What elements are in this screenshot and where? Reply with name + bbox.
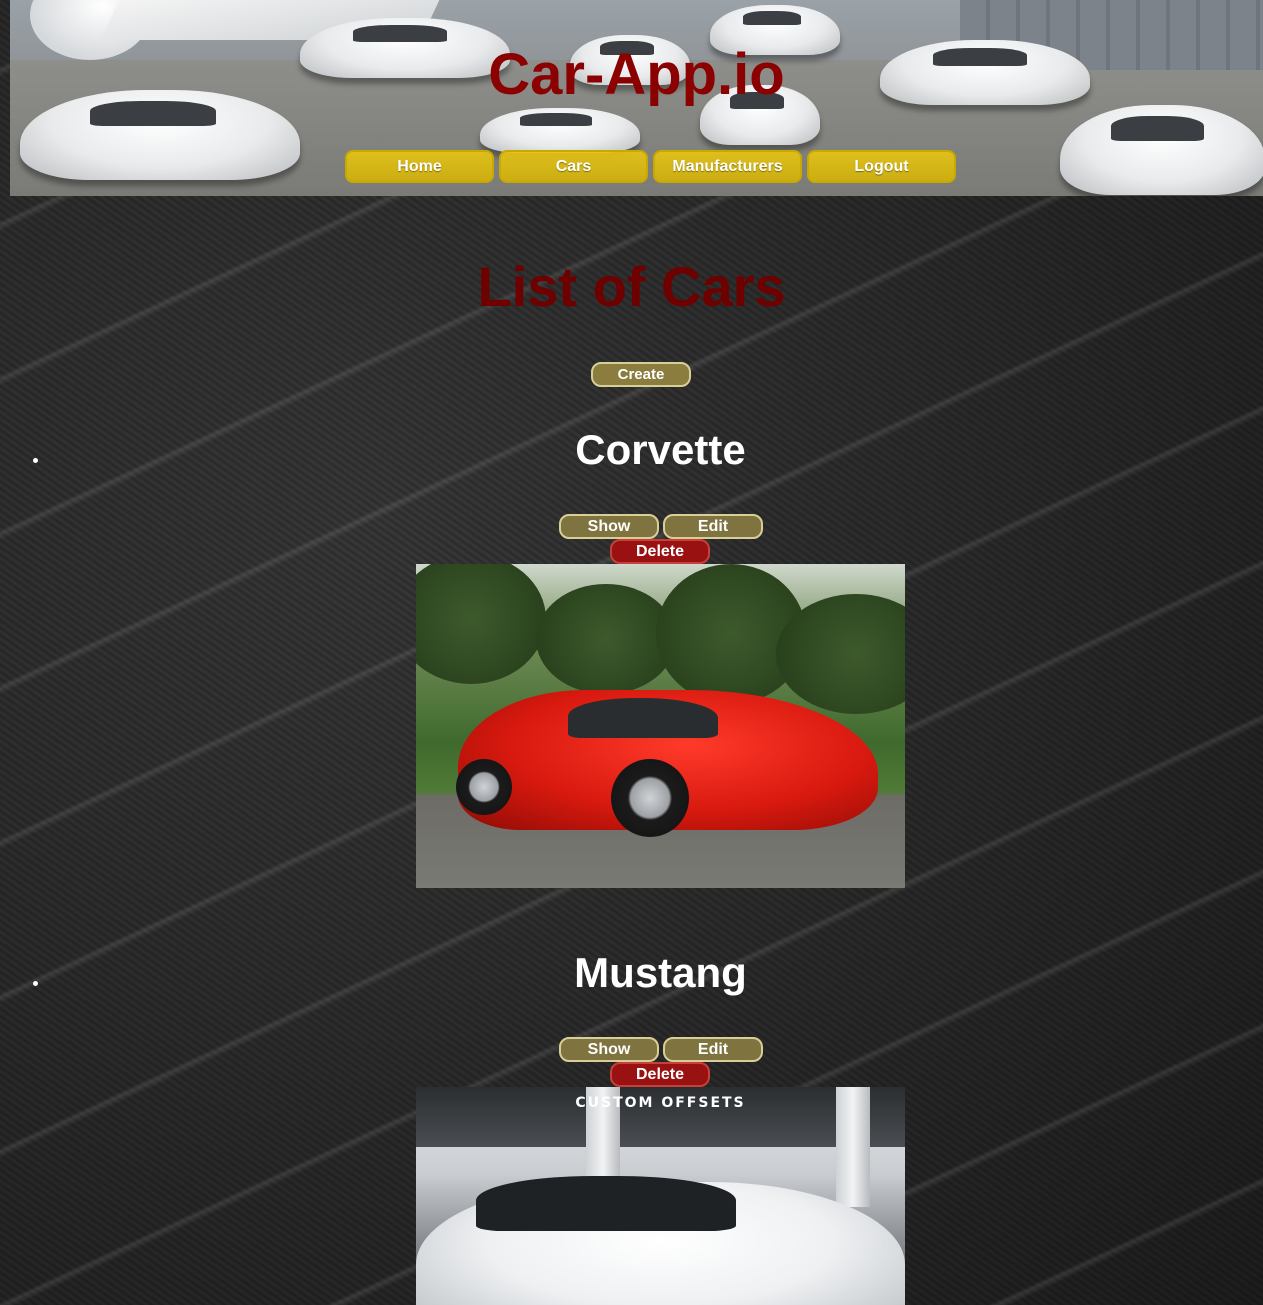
wheel-image-part: [456, 759, 512, 815]
show-button[interactable]: Show: [559, 1037, 659, 1062]
main-nav: Home Cars Manufacturers Logout: [345, 150, 956, 183]
wheel-image-part: [611, 759, 689, 837]
delete-button[interactable]: Delete: [610, 1062, 710, 1087]
edit-button[interactable]: Edit: [663, 1037, 763, 1062]
car-photo: CUSTOM OFFSETS: [416, 1087, 905, 1305]
nav-cars-button[interactable]: Cars: [499, 150, 648, 183]
edit-button[interactable]: Edit: [663, 514, 763, 539]
delete-button[interactable]: Delete: [610, 539, 710, 564]
nav-home-button[interactable]: Home: [345, 150, 494, 183]
page-title: List of Cars: [477, 255, 786, 318]
tree-image-part: [536, 584, 676, 694]
car-name: Corvette: [575, 426, 746, 473]
tree-image-part: [416, 564, 546, 684]
create-button[interactable]: Create: [591, 362, 691, 387]
car-photo: [416, 564, 905, 888]
site-title: Car-App.io: [488, 42, 785, 107]
nav-manufacturers-button[interactable]: Manufacturers: [653, 150, 802, 183]
show-button[interactable]: Show: [559, 514, 659, 539]
photo-watermark-logo: CUSTOM OFFSETS: [575, 1095, 746, 1111]
header-car-image: [1060, 105, 1263, 195]
site-header: Car-App.io Home Cars Manufacturers Logou…: [10, 0, 1263, 196]
car-name: Mustang: [574, 949, 747, 996]
header-car-image: [480, 108, 640, 153]
nav-logout-button[interactable]: Logout: [807, 150, 956, 183]
mustang-image-part: [416, 1176, 905, 1305]
